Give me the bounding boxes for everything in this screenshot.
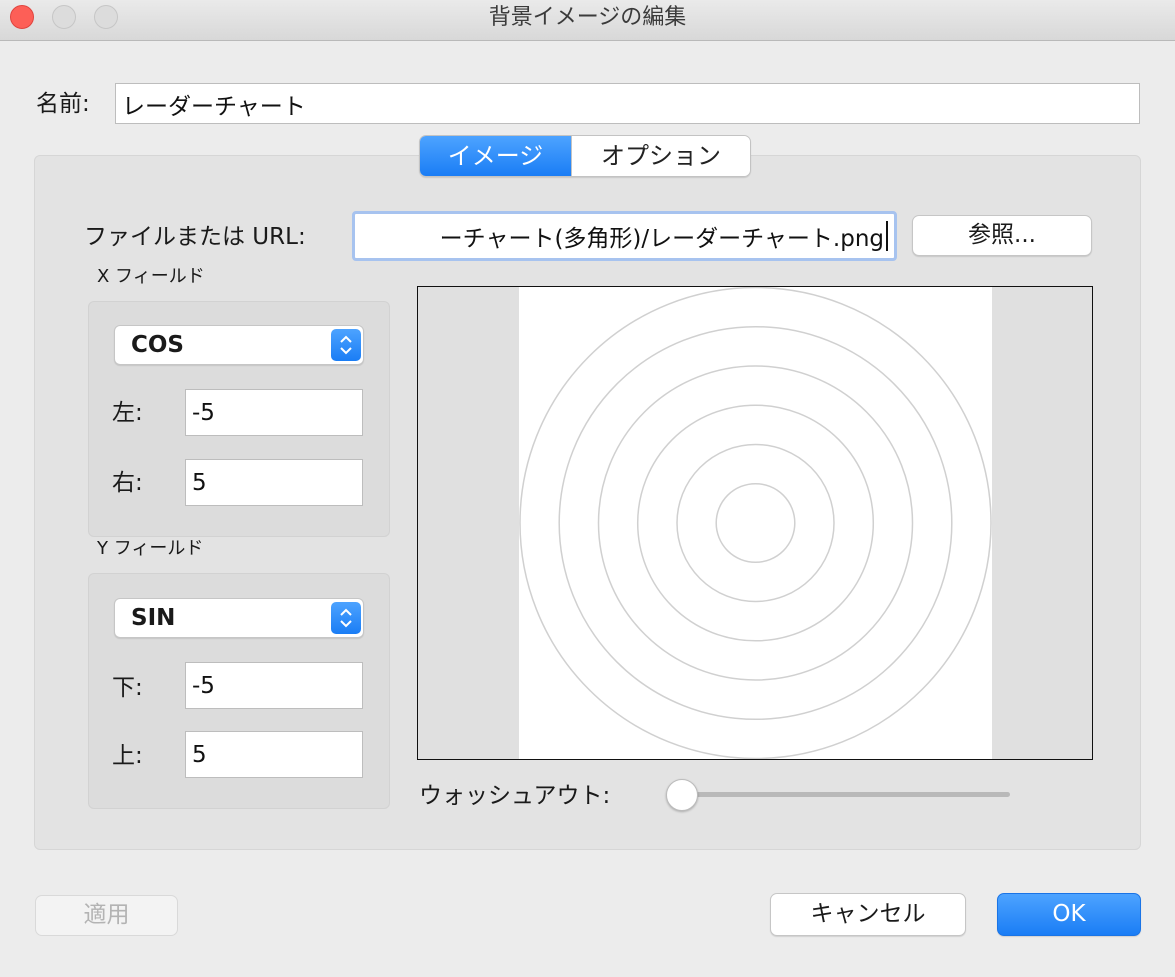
x-left-label: 左:: [112, 400, 143, 426]
x-left-value: -5: [192, 399, 215, 426]
cancel-button[interactable]: キャンセル: [770, 893, 966, 936]
name-label: 名前:: [36, 91, 90, 117]
file-url-value: ーチャート(多角形)/レーダーチャート.png: [439, 226, 884, 252]
x-right-input[interactable]: 5: [185, 459, 363, 506]
x-right-value: 5: [192, 469, 207, 496]
file-label: ファイルまたは URL:: [84, 224, 306, 250]
washout-slider-knob[interactable]: [666, 779, 698, 811]
image-preview: [417, 286, 1093, 760]
name-field[interactable]: レーダーチャート: [115, 83, 1140, 124]
washout-slider-track[interactable]: [672, 792, 1010, 797]
window-title: 背景イメージの編集: [488, 5, 687, 30]
name-field-value: レーダーチャート: [122, 93, 306, 120]
ok-button[interactable]: OK: [997, 893, 1141, 936]
x-field-selected: COS: [131, 332, 184, 358]
x-field-label: X フィールド: [97, 266, 205, 287]
image-canvas: [519, 287, 992, 759]
chevron-updown-icon: [331, 602, 361, 634]
tab-options[interactable]: オプション: [571, 136, 750, 176]
text-caret: [886, 221, 888, 251]
y-field-label: Y フィールド: [97, 538, 204, 559]
chevron-updown-icon: [331, 329, 361, 361]
x-right-label: 右:: [112, 470, 143, 496]
x-left-input[interactable]: -5: [185, 389, 363, 436]
x-field-select[interactable]: COS: [114, 325, 364, 365]
tab-bar: イメージ オプション: [419, 135, 751, 177]
y-bottom-value: -5: [192, 672, 215, 699]
radar-background-image: [519, 287, 992, 759]
y-bottom-input[interactable]: -5: [185, 662, 363, 709]
apply-button[interactable]: 適用: [35, 895, 178, 936]
file-url-input[interactable]: ーチャート(多角形)/レーダーチャート.png: [352, 211, 897, 261]
y-top-label: 上:: [112, 743, 143, 769]
tab-image[interactable]: イメージ: [420, 136, 571, 176]
title-bar: 背景イメージの編集: [0, 0, 1175, 41]
y-field-selected: SIN: [131, 605, 176, 631]
y-top-input[interactable]: 5: [185, 731, 363, 778]
y-field-select[interactable]: SIN: [114, 598, 364, 638]
washout-label: ウォッシュアウト:: [419, 783, 611, 809]
y-top-value: 5: [192, 741, 207, 768]
y-bottom-label: 下:: [112, 675, 143, 701]
browse-button[interactable]: 参照...: [912, 215, 1092, 256]
